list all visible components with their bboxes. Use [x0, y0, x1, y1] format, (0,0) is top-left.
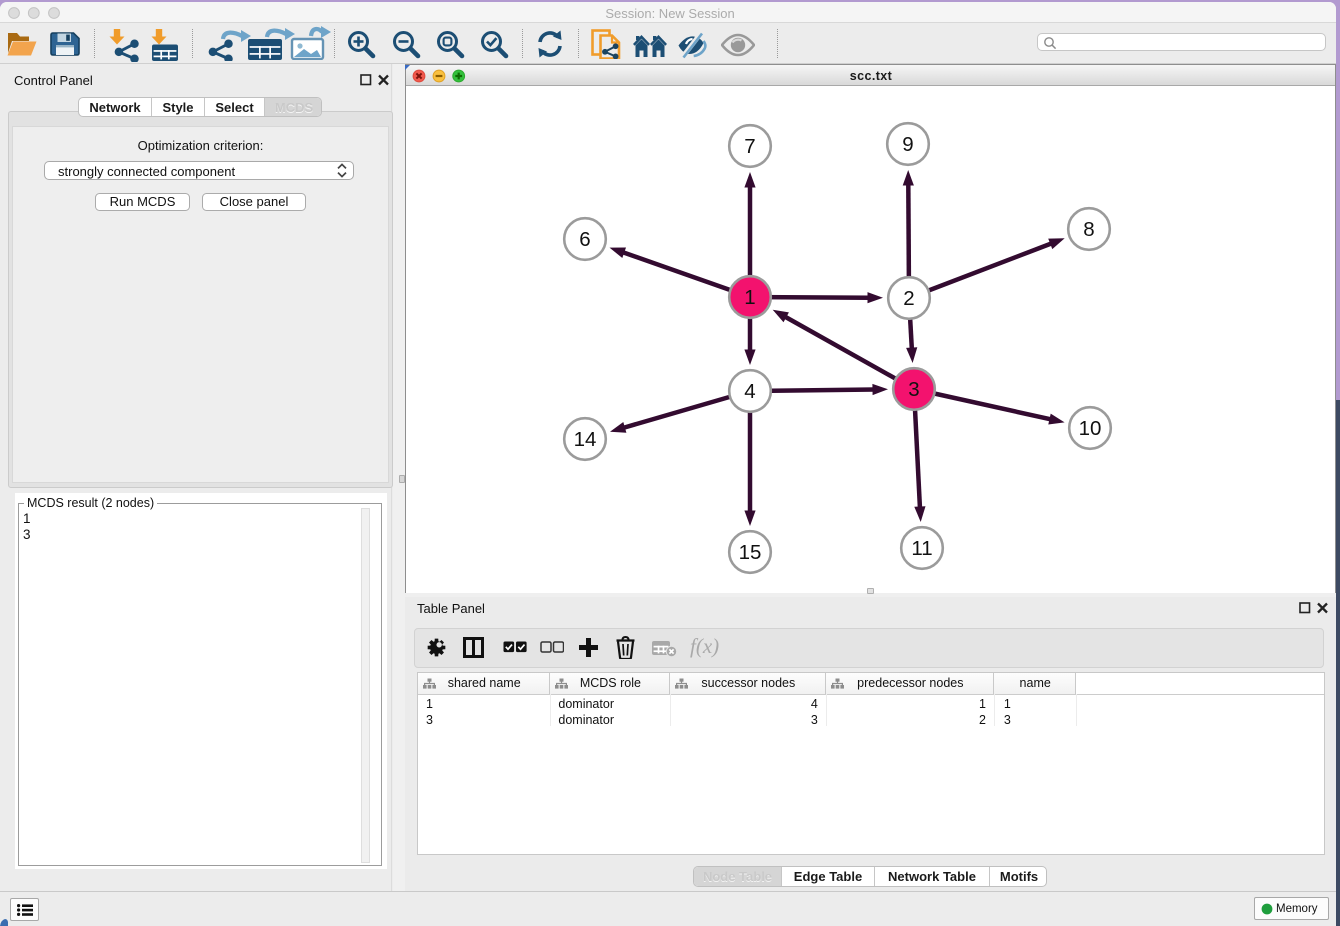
svg-text:7: 7: [744, 135, 755, 158]
svg-text:3: 3: [908, 378, 919, 401]
svg-text:9: 9: [902, 133, 913, 156]
svg-text:11: 11: [911, 537, 932, 560]
svg-text:14: 14: [574, 428, 597, 451]
svg-text:8: 8: [1083, 218, 1094, 241]
svg-text:4: 4: [744, 380, 755, 403]
svg-text:1: 1: [744, 286, 755, 309]
svg-text:2: 2: [903, 287, 914, 310]
svg-text:10: 10: [1079, 417, 1102, 440]
svg-text:6: 6: [579, 228, 590, 251]
svg-text:15: 15: [739, 541, 762, 564]
